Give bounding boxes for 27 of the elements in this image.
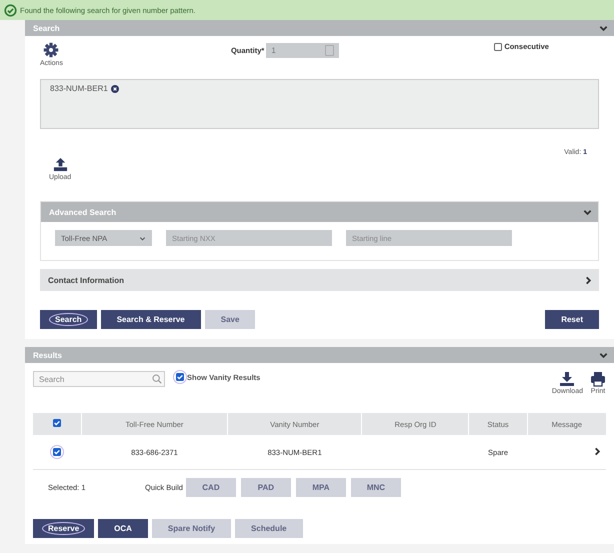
action-button[interactable]: OCA xyxy=(98,519,148,538)
print-icon xyxy=(590,371,606,387)
check-icon xyxy=(53,448,62,456)
row-checkbox[interactable] xyxy=(50,445,64,459)
chevron-icon xyxy=(599,24,608,32)
reset-button[interactable]: Reset xyxy=(545,310,599,329)
action-button[interactable]: Search xyxy=(40,310,97,329)
check-icon xyxy=(53,419,61,427)
chevron-icon xyxy=(583,208,592,216)
action-button[interactable]: Search & Reserve xyxy=(100,310,201,329)
search-icon xyxy=(152,374,162,384)
chevron-icon xyxy=(584,276,593,284)
search-field[interactable]: Search xyxy=(33,371,165,387)
contact-information-header[interactable]: Contact Information xyxy=(40,269,599,291)
select-all-cell[interactable] xyxy=(33,413,82,435)
chevron-icon xyxy=(599,350,608,360)
chevron-right-icon[interactable] xyxy=(593,446,602,456)
action-button[interactable]: Reserve xyxy=(33,519,94,538)
caret-down-icon xyxy=(139,234,146,242)
check-icon xyxy=(176,373,184,381)
settings-icon xyxy=(43,42,60,58)
upload-icon xyxy=(52,157,68,172)
number-tag: 833-NUM-BER1 xyxy=(50,84,108,93)
check-circle-icon xyxy=(4,4,17,16)
number-list-field[interactable]: 833-NUM-BER1 xyxy=(40,79,599,129)
remove-icon[interactable] xyxy=(110,84,119,92)
download-icon xyxy=(559,371,576,387)
